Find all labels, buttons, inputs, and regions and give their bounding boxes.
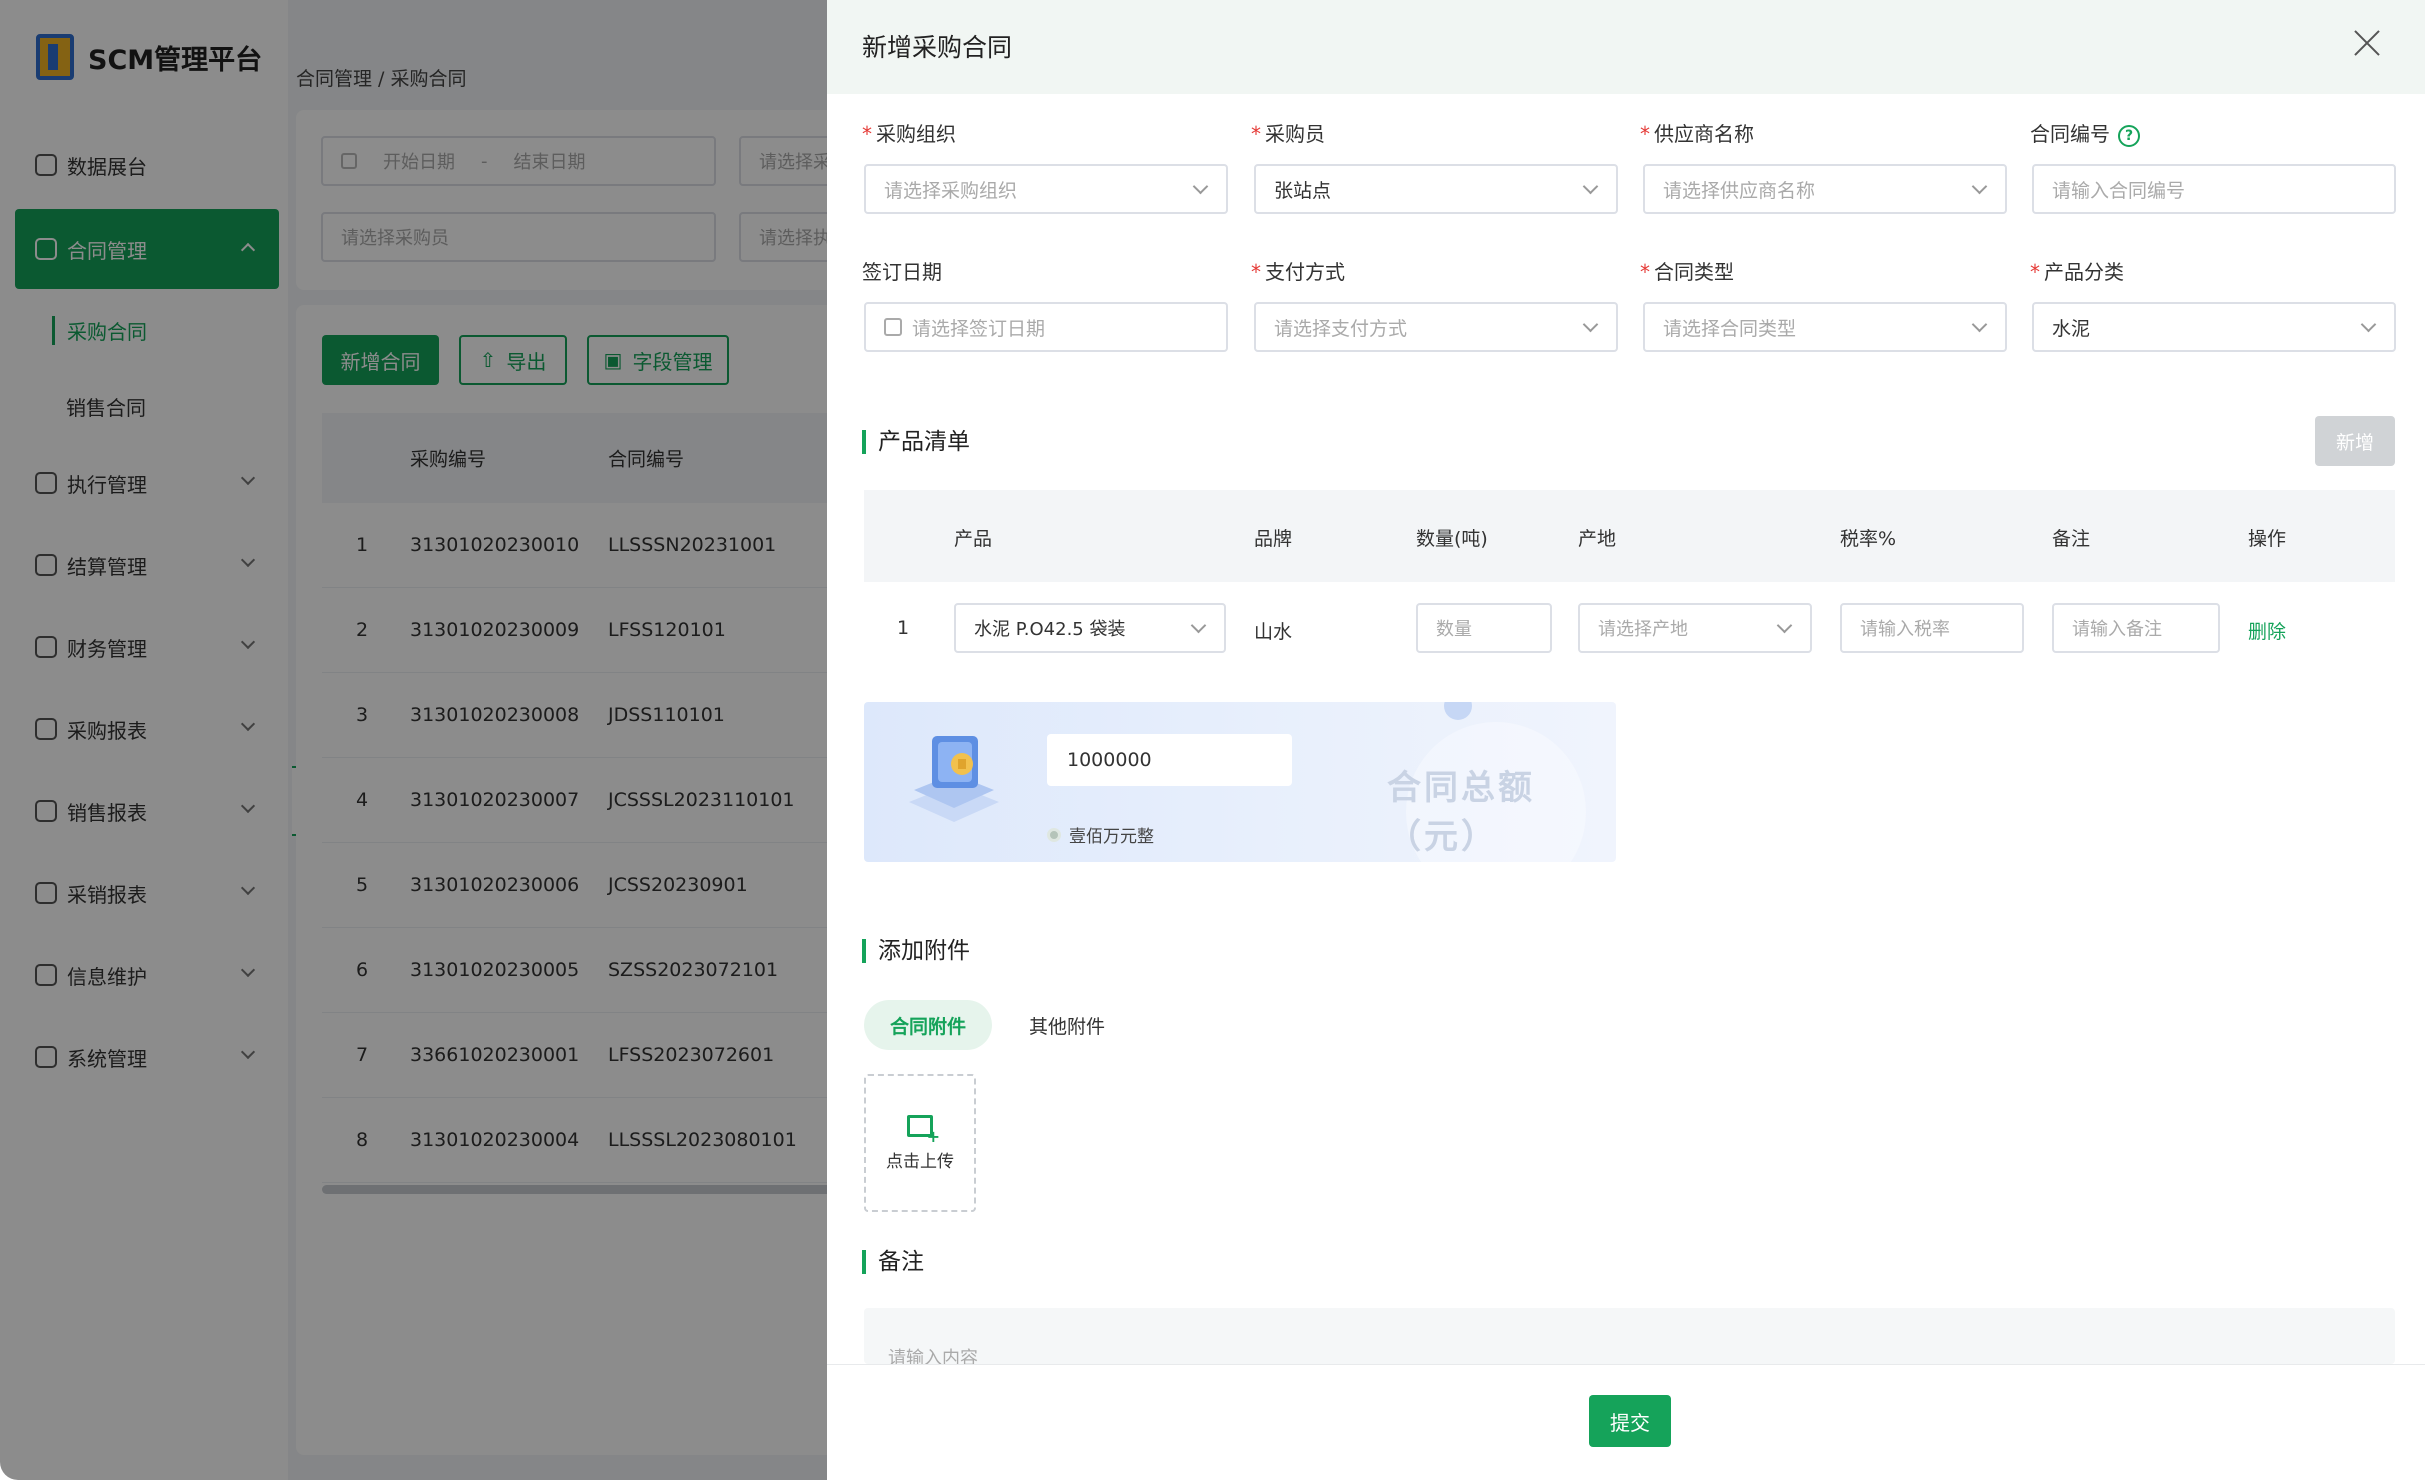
org-label: * 采购组织 [862, 118, 956, 147]
category-label-text: 产品分类 [2044, 260, 2124, 284]
drawer-footer: 提交 [827, 1364, 2425, 1480]
close-icon[interactable] [2349, 26, 2385, 62]
contract-type-label-text: 合同类型 [1654, 260, 1734, 284]
product-select[interactable]: 水泥 P.O42.5 袋装 [954, 603, 1226, 653]
org-select[interactable]: 请选择采购组织 [864, 164, 1228, 214]
coin-stack-illustration-icon [909, 736, 999, 822]
drawer-header: 新增采购合同 [827, 0, 2425, 94]
required-mark: * [1251, 122, 1261, 146]
buyer-label: * 采购员 [1251, 118, 1325, 147]
tab-contract-attachment[interactable]: 合同附件 [864, 1000, 992, 1050]
column-header: 数量(吨) [1416, 528, 1488, 550]
help-icon[interactable]: ? [2118, 124, 2140, 147]
category-value: 水泥 [2052, 317, 2091, 340]
tax-rate-placeholder: 请输入税率 [1860, 619, 1950, 640]
column-header: 产地 [1578, 528, 1617, 550]
attachment-section-title: 添加附件 [862, 939, 970, 963]
category-label: * 产品分类 [2030, 256, 2124, 285]
product-section-title: 产品清单 [862, 430, 970, 454]
remark-placeholder: 请输入备注 [2072, 619, 2162, 640]
row-index: 1 [897, 617, 910, 639]
remark-textarea-placeholder: 请输入内容 [888, 1348, 978, 1364]
mail-upload-icon [907, 1114, 940, 1146]
chevron-down-icon [1192, 178, 1209, 195]
brand-value: 山水 [1254, 621, 1293, 643]
submit-button[interactable]: 提交 [1589, 1395, 1671, 1447]
chevron-down-icon [2360, 316, 2377, 333]
new-purchase-contract-drawer: 新增采购合同 * 采购组织 * 采购员 * 供应商名称 合同编号? 请选择采购组织 张… [827, 0, 2425, 1480]
decorative-dot [1444, 702, 1472, 720]
column-header: 产品 [954, 528, 993, 550]
org-placeholder: 请选择采购组织 [884, 179, 1018, 202]
status-dot-icon [1047, 827, 1061, 842]
category-select[interactable]: 水泥 [2032, 302, 2396, 352]
sign-date-placeholder: 请选择签订日期 [912, 317, 1046, 340]
product-value: 水泥 P.O42.5 袋装 [974, 619, 1126, 640]
add-product-button[interactable]: 新增 [2315, 416, 2395, 466]
buyer-label-text: 采购员 [1265, 122, 1325, 146]
total-in-words-text: 壹佰万元整 [1069, 827, 1154, 847]
tab-other-attachment[interactable]: 其他附件 [1007, 1000, 1127, 1050]
tax-rate-input[interactable]: 请输入税率 [1840, 603, 2024, 653]
origin-placeholder: 请选择产地 [1598, 619, 1688, 640]
contract-total-card: 1000000 合同总额（元） 壹佰万元整 [864, 702, 1616, 862]
column-header: 税率% [1840, 528, 1897, 550]
buyer-select[interactable]: 张站点 [1254, 164, 1618, 214]
chevron-down-icon [1190, 617, 1207, 634]
column-header: 品牌 [1254, 528, 1293, 550]
chevron-down-icon [1776, 617, 1793, 634]
quantity-input[interactable]: 数量 [1416, 603, 1552, 653]
column-header: 备注 [2052, 528, 2091, 550]
contract-no-label: 合同编号? [2030, 118, 2140, 147]
product-table-header: 产品 品牌 数量(吨) 产地 税率% 备注 操作 [864, 490, 2395, 582]
sign-date-label: 签订日期 [862, 260, 942, 284]
origin-select[interactable]: 请选择产地 [1578, 603, 1812, 653]
buyer-value: 张站点 [1274, 179, 1332, 202]
remark-section-title: 备注 [862, 1250, 924, 1274]
product-row: 1 水泥 P.O42.5 袋装 山水 数量 请选择产地 请输入税率 请输入备注 … [864, 582, 2395, 674]
payment-select[interactable]: 请选择支付方式 [1254, 302, 1618, 352]
contract-type-select[interactable]: 请选择合同类型 [1643, 302, 2007, 352]
supplier-label: * 供应商名称 [1640, 118, 1754, 147]
contract-no-label-text: 合同编号 [2030, 122, 2110, 146]
supplier-label-text: 供应商名称 [1654, 122, 1754, 146]
remark-input[interactable]: 请输入备注 [2052, 603, 2220, 653]
payment-label: * 支付方式 [1251, 256, 1345, 285]
supplier-placeholder: 请选择供应商名称 [1663, 179, 1816, 202]
contract-total-value[interactable]: 1000000 [1047, 734, 1292, 786]
supplier-select[interactable]: 请选择供应商名称 [1643, 164, 2007, 214]
sign-date-picker[interactable]: 请选择签订日期 [864, 302, 1228, 352]
org-label-text: 采购组织 [876, 122, 956, 146]
calendar-icon [884, 318, 902, 336]
contract-total-caption: 合同总额（元） [1387, 768, 1535, 857]
drawer-title: 新增采购合同 [862, 33, 1013, 62]
delete-row-link[interactable]: 删除 [2248, 617, 2286, 644]
chevron-down-icon [1582, 178, 1599, 195]
upload-label: 点击上传 [886, 1151, 954, 1172]
total-in-words: 壹佰万元整 [1047, 822, 1154, 847]
chevron-down-icon [1582, 316, 1599, 333]
remark-textarea[interactable]: 请输入内容 [864, 1308, 2395, 1364]
column-header: 操作 [2248, 528, 2287, 550]
required-mark: * [2030, 260, 2040, 284]
payment-label-text: 支付方式 [1265, 260, 1345, 284]
required-mark: * [1640, 122, 1650, 146]
quantity-placeholder: 数量 [1436, 619, 1472, 640]
contract-type-placeholder: 请选择合同类型 [1663, 317, 1797, 340]
contract-no-input[interactable]: 请输入合同编号 [2032, 164, 2396, 214]
required-mark: * [862, 122, 872, 146]
required-mark: * [1251, 260, 1261, 284]
contract-type-label: * 合同类型 [1640, 256, 1734, 285]
payment-placeholder: 请选择支付方式 [1274, 317, 1408, 340]
upload-button[interactable]: 点击上传 [864, 1074, 976, 1212]
chevron-down-icon [1971, 178, 1988, 195]
contract-no-placeholder: 请输入合同编号 [2052, 179, 2186, 202]
required-mark: * [1640, 260, 1650, 284]
chevron-down-icon [1971, 316, 1988, 333]
